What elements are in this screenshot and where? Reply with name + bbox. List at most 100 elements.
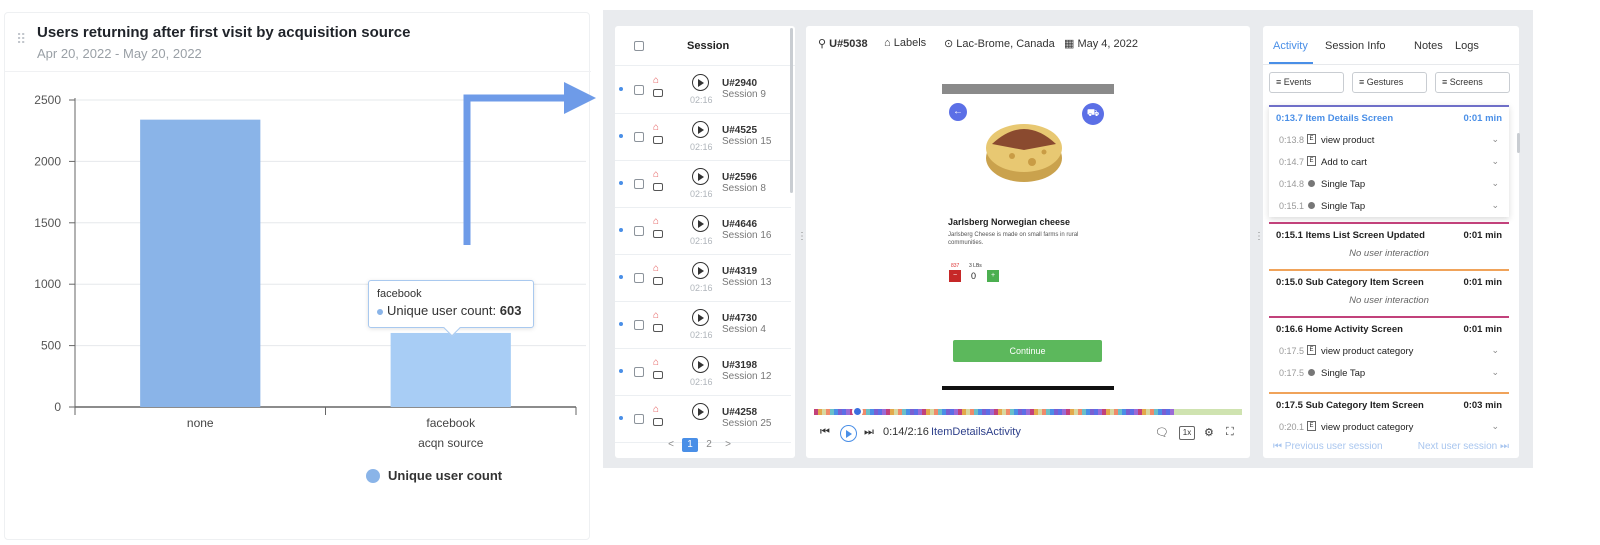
timeline-segment — [870, 409, 874, 415]
activity-screen-group[interactable]: 0:17.5 Sub Category Item Screen 0:03 min 0… — [1269, 392, 1509, 438]
tag-icon[interactable]: ⌂ — [653, 405, 659, 415]
tag-icon[interactable]: ⌂ — [653, 170, 659, 180]
tag-icon[interactable]: ⌂ — [653, 358, 659, 368]
play-session-icon[interactable] — [692, 121, 709, 138]
add-comment-icon[interactable]: 🗨 — [1155, 426, 1169, 439]
previous-session-link[interactable]: ⏮ Previous user session — [1273, 441, 1383, 452]
session-row[interactable]: ⌂ 02:16 U#4730 Session 4 — [615, 302, 791, 349]
activity-event-row[interactable]: 0:20.1 Eview product category ⌄ — [1269, 416, 1509, 438]
tag-icon[interactable]: ⌂ — [653, 123, 659, 133]
tab-notes[interactable]: Notes — [1414, 40, 1443, 52]
play-session-icon[interactable] — [692, 309, 709, 326]
chevron-down-icon[interactable]: ⌄ — [1491, 178, 1499, 189]
comment-icon[interactable] — [653, 277, 663, 285]
playback-speed-button[interactable]: 1x — [1179, 426, 1195, 440]
fullscreen-icon[interactable]: ⛶ — [1226, 426, 1234, 439]
filter-screens-button[interactable]: ≡ Screens — [1435, 72, 1510, 93]
comment-icon[interactable] — [653, 324, 663, 332]
activity-event-row[interactable]: 0:14.7 E Add to cart ⌄ — [1269, 151, 1509, 173]
activity-screen-header[interactable]: 0:15.0 Sub Category Item Screen 0:01 min — [1269, 271, 1509, 293]
panel-splitter-handle[interactable]: ⋮ — [1254, 232, 1264, 247]
activity-screen-group[interactable]: 0:15.1 Items List Screen Updated 0:01 min… — [1269, 222, 1509, 268]
tab-logs[interactable]: Logs — [1455, 40, 1479, 52]
chevron-down-icon[interactable]: ⌄ — [1491, 421, 1499, 432]
pager-next-button[interactable]: > — [720, 438, 736, 452]
tag-icon[interactable]: ⌂ — [653, 311, 659, 321]
activity-screen-header[interactable]: 0:15.1 Items List Screen Updated 0:01 min — [1269, 224, 1509, 246]
chart-legend[interactable]: Unique user count — [366, 468, 502, 483]
filter-events-button[interactable]: ≡ Events — [1269, 72, 1344, 93]
session-row[interactable]: ⌂ 02:16 U#2940 Session 9 — [615, 67, 791, 114]
activity-scrollbar[interactable] — [1517, 133, 1520, 153]
comment-icon[interactable] — [653, 183, 663, 191]
session-list-scrollbar[interactable] — [790, 28, 793, 193]
session-row-checkbox[interactable] — [634, 273, 644, 283]
activity-event-row[interactable]: 0:13.8 Eview product ⌄ — [1269, 129, 1509, 151]
activity-screen-header[interactable]: 0:13.7 Item Details Screen 0:01 min — [1269, 107, 1509, 129]
next-session-link[interactable]: Next user session ⏭ — [1418, 441, 1509, 452]
timeline-segment — [1038, 409, 1042, 415]
session-row[interactable]: ⌂ 02:16 U#4319 Session 13 — [615, 255, 791, 302]
session-row-checkbox[interactable] — [634, 414, 644, 424]
activity-screen-group[interactable]: 0:16.6 Home Activity Screen 0:01 min 0:17.… — [1269, 316, 1509, 384]
play-session-icon[interactable] — [692, 356, 709, 373]
activity-event-row[interactable]: 0:17.5 Eview product category ⌄ — [1269, 340, 1509, 362]
play-session-icon[interactable] — [692, 403, 709, 420]
select-all-checkbox[interactable] — [634, 41, 644, 51]
tab-activity[interactable]: Activity — [1273, 40, 1308, 52]
comment-icon[interactable] — [653, 136, 663, 144]
panel-splitter-handle[interactable]: ⋮ — [797, 232, 807, 247]
skip-back-icon[interactable]: ⏮ — [820, 426, 830, 439]
meta-labels[interactable]: ⌂ Labels — [884, 37, 926, 49]
activity-screen-header[interactable]: 0:16.6 Home Activity Screen 0:01 min — [1269, 318, 1509, 340]
activity-screen-name: Item Details Screen — [1305, 113, 1394, 124]
timeline-segment — [886, 409, 890, 415]
session-row[interactable]: ⌂ 02:16 U#2596 Session 8 — [615, 161, 791, 208]
session-row[interactable]: ⌂ 02:16 U#3198 Session 12 — [615, 349, 791, 396]
filter-gestures-button[interactable]: ≡ Gestures — [1352, 72, 1427, 93]
session-row-checkbox[interactable] — [634, 226, 644, 236]
play-pause-button[interactable] — [840, 425, 857, 442]
session-user-id: U#2596 — [722, 172, 758, 183]
session-row-checkbox[interactable] — [634, 367, 644, 377]
tab-session-info[interactable]: Session Info — [1325, 40, 1386, 52]
tag-icon[interactable]: ⌂ — [653, 76, 659, 86]
activity-event-row[interactable]: 0:17.5 Single Tap ⌄ — [1269, 362, 1509, 384]
chevron-down-icon[interactable]: ⌄ — [1491, 345, 1499, 356]
session-row[interactable]: ⌂ 02:16 U#4646 Session 16 — [615, 208, 791, 255]
session-row[interactable]: ⌂ 02:16 U#4525 Session 15 — [615, 114, 791, 161]
activity-event-row[interactable]: 0:15.1 Single Tap ⌄ — [1269, 195, 1509, 217]
comment-icon[interactable] — [653, 89, 663, 97]
session-row-checkbox[interactable] — [634, 85, 644, 95]
skip-forward-icon[interactable]: ⏭ — [864, 426, 874, 439]
session-row[interactable]: ⌂ U#4258 Session 25 — [615, 396, 791, 443]
play-session-icon[interactable] — [692, 262, 709, 279]
session-row-checkbox[interactable] — [634, 132, 644, 142]
activity-screen-group[interactable]: 0:15.0 Sub Category Item Screen 0:01 min N… — [1269, 269, 1509, 315]
session-timeline[interactable] — [814, 409, 1242, 415]
pager-prev-button[interactable]: < — [663, 438, 679, 452]
play-session-icon[interactable] — [692, 168, 709, 185]
play-session-icon[interactable] — [692, 74, 709, 91]
timeline-segment — [998, 409, 1002, 415]
timeline-segment — [974, 409, 978, 415]
pager-page-1[interactable]: 1 — [682, 438, 698, 452]
chevron-down-icon[interactable]: ⌄ — [1491, 134, 1499, 145]
settings-gear-icon[interactable]: ⚙ — [1204, 426, 1214, 439]
activity-screen-group[interactable]: 0:13.7 Item Details Screen 0:01 min 0:13.8… — [1269, 105, 1509, 217]
comment-icon[interactable] — [653, 418, 663, 426]
activity-event-row[interactable]: 0:14.8 Single Tap ⌄ — [1269, 173, 1509, 195]
activity-screen-header[interactable]: 0:17.5 Sub Category Item Screen 0:03 min — [1269, 394, 1509, 416]
pager-page-2[interactable]: 2 — [701, 438, 717, 452]
chevron-down-icon[interactable]: ⌄ — [1491, 367, 1499, 378]
tag-icon[interactable]: ⌂ — [653, 217, 659, 227]
play-session-icon[interactable] — [692, 215, 709, 232]
chevron-down-icon[interactable]: ⌄ — [1491, 156, 1499, 167]
comment-icon[interactable] — [653, 371, 663, 379]
session-row-checkbox[interactable] — [634, 179, 644, 189]
tag-icon[interactable]: ⌂ — [653, 264, 659, 274]
timeline-scrubber-knob[interactable] — [851, 406, 863, 417]
session-row-checkbox[interactable] — [634, 320, 644, 330]
chevron-down-icon[interactable]: ⌄ — [1491, 200, 1499, 211]
comment-icon[interactable] — [653, 230, 663, 238]
